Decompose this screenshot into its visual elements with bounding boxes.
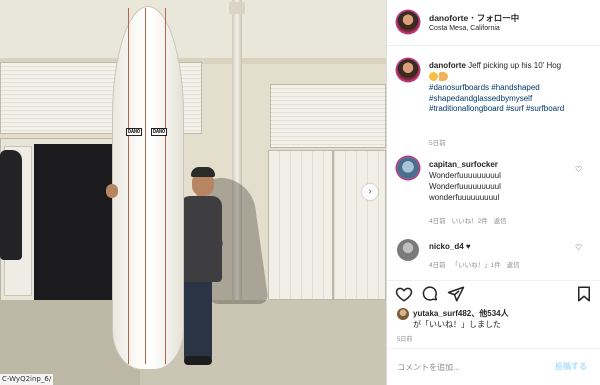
- comment-body: capitan_surfocker Wonderfuuuuuuuuul Wond…: [429, 159, 569, 203]
- comment-bar: 投稿する: [387, 348, 600, 385]
- comment-username[interactable]: capitan_surfocker: [429, 160, 498, 169]
- comment-body: nicko_d4 ♥: [429, 241, 569, 252]
- person-legs: [184, 278, 212, 360]
- comment-likes[interactable]: いいね！2件: [452, 218, 488, 225]
- reply-button[interactable]: 返信: [507, 262, 520, 269]
- avatar[interactable]: [397, 157, 419, 179]
- header-username[interactable]: danoforte: [429, 13, 468, 23]
- surfboard-logo: DANO: [151, 128, 167, 136]
- caption-username[interactable]: danoforte: [429, 61, 466, 70]
- caption-text: Jeff picking up his 10' Hog: [468, 61, 562, 70]
- separator: ・: [468, 13, 477, 23]
- comment-input[interactable]: [397, 360, 547, 374]
- post-photo[interactable]: DANO DANO › C-WyQ2inp_6/: [0, 0, 386, 385]
- likes-text: yutaka_surf482、他534人 が「いいね！」しました: [413, 308, 593, 330]
- chevron-right-icon[interactable]: ›: [362, 184, 378, 200]
- window-shutter-right: [270, 84, 386, 148]
- url-label: C-WyQ2inp_6/: [0, 374, 54, 385]
- action-bar: [387, 280, 600, 306]
- comment-meta: 4日前 「いいね！」1件 返信: [429, 259, 526, 269]
- heart-icon[interactable]: ♡: [575, 165, 582, 174]
- avatar[interactable]: [397, 308, 409, 320]
- person-hand: [106, 184, 118, 198]
- likes-users[interactable]: yutaka_surf482、他534人: [413, 309, 509, 318]
- post-side-panel: danoforte・フォロー中 Costa Mesa, California d…: [386, 0, 600, 385]
- surfboard-stringer: [145, 8, 146, 364]
- caption-timestamp[interactable]: 5日前: [429, 137, 446, 147]
- garage-door-right: [268, 150, 386, 300]
- face-emoji-icon: [429, 71, 438, 81]
- surfboard-stringer: [128, 8, 129, 364]
- surfboard: [112, 6, 184, 370]
- post-comment-button[interactable]: 投稿する: [555, 361, 587, 372]
- post-timestamp[interactable]: 5日前: [397, 334, 412, 343]
- comments-scroll[interactable]: danoforte Jeff picking up his 10' Hog #d…: [387, 47, 600, 279]
- person-cap: [191, 167, 215, 177]
- surfboard-logo: DANO: [126, 128, 142, 136]
- comment-icon[interactable]: [421, 285, 439, 303]
- bookmark-icon[interactable]: [575, 285, 593, 303]
- comment-time[interactable]: 4日前: [429, 262, 446, 269]
- person-shoes: [184, 356, 212, 365]
- sky: [0, 0, 386, 60]
- comment-username[interactable]: nicko_d4: [429, 242, 464, 251]
- caption: danoforte Jeff picking up his 10' Hog #d…: [429, 61, 593, 115]
- drain-pipe-cap: [229, 2, 245, 14]
- avatar[interactable]: [397, 11, 419, 33]
- comment-text: ♥: [465, 242, 471, 251]
- header-user-line: danoforte・フォロー中: [429, 12, 519, 24]
- comment-likes[interactable]: 「いいね！」1件: [452, 262, 501, 269]
- hanging-wetsuit: [0, 150, 22, 260]
- open-doorway: [34, 144, 112, 300]
- comment-meta: 4日前 いいね！2件 返信: [429, 215, 513, 225]
- post-header: danoforte・フォロー中 Costa Mesa, California: [387, 0, 600, 46]
- reply-button[interactable]: 返信: [494, 218, 507, 225]
- comment-time[interactable]: 4日前: [429, 218, 446, 225]
- comment-text: Wonderfuuuuuuuuul Wonderfuuuuuuuuul wond…: [429, 171, 501, 202]
- location-link[interactable]: Costa Mesa, California: [429, 25, 500, 32]
- following-button[interactable]: フォロー中: [477, 13, 520, 23]
- hashtags[interactable]: #danosurfboards #handshaped #shapedandgl…: [429, 83, 564, 113]
- heart-icon[interactable]: ♡: [575, 243, 582, 252]
- likes-summary: yutaka_surf482、他534人 が「いいね！」しました: [387, 306, 600, 334]
- hand-emoji-icon: [439, 71, 448, 81]
- heart-icon[interactable]: [395, 285, 413, 303]
- door-divider: [332, 150, 334, 300]
- surfboard-stringer: [165, 8, 166, 364]
- share-icon[interactable]: [447, 285, 465, 303]
- likes-suffix: が「いいね！」しました: [413, 320, 501, 329]
- avatar[interactable]: [397, 239, 419, 261]
- avatar[interactable]: [397, 59, 419, 81]
